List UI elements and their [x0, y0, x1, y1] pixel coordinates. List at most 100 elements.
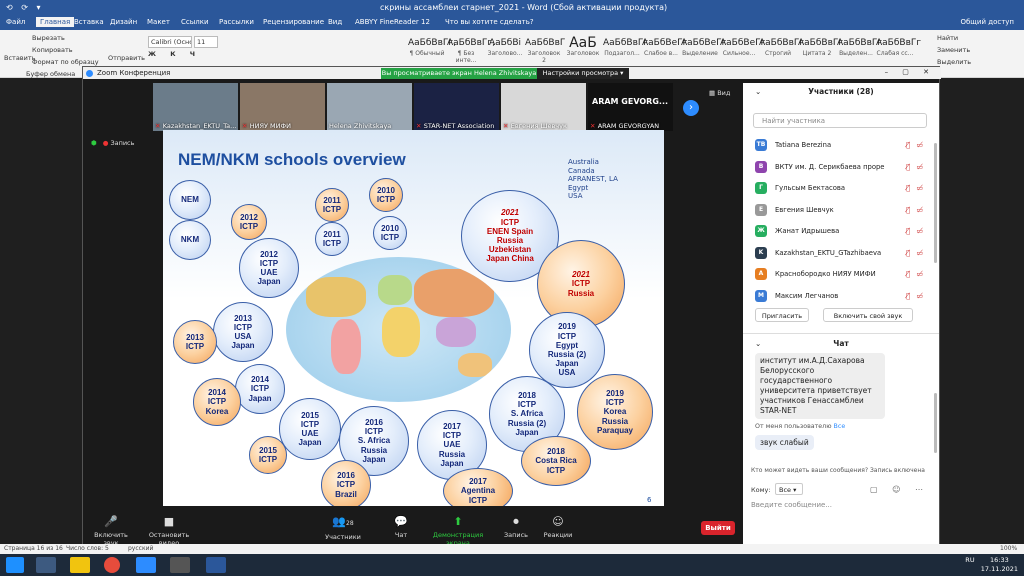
- format-painter-button[interactable]: Формат по образцу: [32, 58, 99, 66]
- participants-button[interactable]: 👥28 Участники: [323, 515, 363, 541]
- app-icon[interactable]: [170, 557, 190, 573]
- quick-access-icons[interactable]: ⟲ ⟳ ▾: [6, 3, 44, 12]
- share-button[interactable]: Общий доступ: [960, 18, 1014, 26]
- style-preset[interactable]: АаБбВвГг, ¶ Без инте...: [447, 36, 495, 66]
- participant-row[interactable]: Ж Жанат Идрышева 🎙̸ ▭̸: [743, 221, 929, 241]
- font-size-select[interactable]: 11: [194, 36, 218, 48]
- chrome-icon[interactable]: [104, 557, 120, 573]
- map-land: [306, 277, 366, 317]
- folder-icon[interactable]: [70, 557, 90, 573]
- participant-row[interactable]: A Краснобородко НИЯУ МИФИ 🎙̸ ▭̸: [743, 264, 929, 284]
- chat-tools-icons[interactable]: ▢ ☺ ⋯: [870, 485, 929, 494]
- video-thumbnail[interactable]: ✕ НИЯУ МИФИ: [240, 83, 325, 131]
- style-preset[interactable]: АаБбВеГг Сильное...: [720, 36, 765, 66]
- participants-header[interactable]: ⌄ Участники (28): [743, 87, 939, 96]
- style-preset[interactable]: АаБбВеГг Слабое в...: [642, 36, 687, 66]
- leave-button[interactable]: Выйти: [701, 521, 735, 535]
- country-item: AFRANEST, LA: [568, 175, 618, 183]
- zoom-app-icon[interactable]: [136, 557, 156, 573]
- chevron-down-icon[interactable]: ⌄: [755, 339, 761, 348]
- find-button[interactable]: Найти: [937, 34, 958, 42]
- video-thumbnail[interactable]: ✕ Евгения Шевчук: [501, 83, 586, 131]
- tab-insert[interactable]: Вставка: [74, 18, 104, 26]
- participants-scrollbar[interactable]: [934, 143, 937, 263]
- participant-row[interactable]: TB Tatiana Berezina 🎙̸ ▭̸: [743, 135, 929, 155]
- chat-from-target[interactable]: Все: [834, 423, 846, 430]
- tab-file[interactable]: Файл: [6, 18, 25, 26]
- style-preset[interactable]: АаБбВвГг Цитата 2: [798, 36, 843, 66]
- record-button[interactable]: ⏺ Запись: [503, 515, 529, 539]
- chat-header[interactable]: ⌄ Чат: [743, 339, 939, 348]
- bubble-line: Russia: [567, 288, 595, 298]
- thumbnail-name: Helena Zhivitskaya: [329, 122, 391, 130]
- video-thumbnail[interactable]: ✕ Kazakhstan_EKTU_Ta...: [153, 83, 238, 131]
- window-controls-icon[interactable]: – ▢ ✕: [885, 68, 935, 76]
- chat-recipient-select[interactable]: Все ▾: [775, 483, 803, 495]
- font-name-select[interactable]: Calibri (Осно: [148, 36, 192, 48]
- system-tray[interactable]: RU 16:33 17.11.2021: [965, 556, 1018, 574]
- video-thumbnail[interactable]: ARAM GEVORG... ✕ ARAM GEVORGYAN: [588, 83, 673, 131]
- video-thumbnail[interactable]: Helena Zhivitskaya: [327, 83, 412, 131]
- view-button[interactable]: ▦ Вид: [709, 89, 730, 97]
- tab-review[interactable]: Рецензирование: [263, 18, 324, 26]
- tab-design[interactable]: Дизайн: [110, 18, 137, 26]
- chat-button[interactable]: 💬 Чат: [389, 515, 413, 539]
- participant-name: Гульсым Бектасова: [775, 184, 846, 192]
- bubble-line: Japan: [362, 454, 386, 464]
- chevron-down-icon[interactable]: ⌄: [755, 87, 761, 96]
- select-button[interactable]: Выделить: [937, 58, 971, 66]
- tab-home[interactable]: Главная: [36, 17, 75, 27]
- tab-abbyy[interactable]: ABBYY FineReader 12: [355, 18, 430, 26]
- style-preset[interactable]: АаБбВвГг Выделен...: [837, 36, 882, 66]
- reactions-button[interactable]: ☺ Реакции: [541, 515, 575, 539]
- format-buttons-icon[interactable]: Ж К Ч: [148, 50, 201, 58]
- participant-row[interactable]: M Максим Легчанов 🎙̸ ▭̸: [743, 286, 929, 306]
- copy-button[interactable]: Копировать: [32, 46, 73, 54]
- chat-scrollbar[interactable]: [934, 393, 937, 453]
- chat-notice[interactable]: Кто может видеть ваши сообщения? Запись …: [751, 467, 937, 474]
- bubble-line: 2019: [606, 389, 624, 399]
- cut-button[interactable]: Вырезать: [32, 34, 65, 42]
- participant-search-input[interactable]: Найти участника: [753, 113, 927, 128]
- participant-row[interactable]: Е Евгения Шевчук 🎙̸ ▭̸: [743, 200, 929, 220]
- participant-row[interactable]: Г Гульсым Бектасова 🎙̸ ▭̸: [743, 178, 929, 198]
- participant-row[interactable]: K Kazakhstan_EKTU_GTazhibaeva 🎙̸ ▭̸: [743, 243, 929, 263]
- school-bubble: 2015 ICTP: [249, 436, 287, 474]
- style-preset[interactable]: АаБбВвГг Строгий: [759, 36, 804, 66]
- video-thumbnail[interactable]: ✕ STAR-NET Association: [414, 83, 499, 131]
- explorer-icon[interactable]: [36, 557, 56, 573]
- tab-references[interactable]: Ссылки: [181, 18, 209, 26]
- unmute-self-button[interactable]: Включить свой звук: [823, 308, 913, 322]
- participant-row[interactable]: B ВКТУ им. Д. Серикбаева проректор п... 🎙̸…: [743, 157, 929, 177]
- unmute-button[interactable]: 🎤 Включить звук: [89, 515, 133, 547]
- view-options-button[interactable]: Настройки просмотра ▾: [537, 68, 629, 79]
- style-preset[interactable]: АаБбВвГг Слабая сс...: [876, 36, 921, 66]
- style-preset[interactable]: АаБбВвГг Подзагол...: [603, 36, 648, 66]
- tab-layout[interactable]: Макет: [147, 18, 170, 26]
- tab-mailings[interactable]: Рассылки: [219, 18, 254, 26]
- share-screen-button[interactable]: ⬆ Демонстрация экрана: [423, 515, 493, 547]
- tab-view[interactable]: Вид: [328, 18, 342, 26]
- replace-button[interactable]: Заменить: [937, 46, 970, 54]
- word-app-icon[interactable]: [206, 557, 226, 573]
- status-zoom[interactable]: 100%: [1000, 545, 1017, 552]
- recording-indicator[interactable]: ⬢ ● Запись: [91, 139, 134, 147]
- stop-video-button[interactable]: ■ Остановить видео: [141, 515, 197, 547]
- chat-message-input[interactable]: Введите сообщение...: [751, 501, 832, 509]
- zoom-window: Zoom Конференция – ▢ ✕ Вы просматриваете…: [82, 66, 941, 547]
- bubble-line: Japan: [515, 427, 539, 437]
- invite-button[interactable]: Пригласить: [755, 308, 809, 322]
- style-sample: АаБбВвГг,: [447, 38, 495, 48]
- style-preset[interactable]: АаБбВі Заголово...: [486, 36, 524, 66]
- next-page-icon[interactable]: ›: [683, 100, 699, 116]
- paste-button[interactable]: Вставить: [4, 54, 35, 62]
- style-preset[interactable]: АаБбВеГг Выделение: [681, 36, 726, 66]
- start-icon[interactable]: [6, 557, 24, 573]
- tray-language[interactable]: RU: [965, 556, 974, 564]
- style-preset[interactable]: АаБбВвГ Заголовок 2: [525, 36, 565, 66]
- thumbnail-name-text: Kazakhstan_EKTU_Ta...: [162, 122, 237, 130]
- style-preset[interactable]: АаБ Заголовок: [564, 36, 602, 66]
- tell-me-search[interactable]: Что вы хотите сделать?: [445, 18, 534, 26]
- send-button[interactable]: Отправить: [108, 54, 145, 62]
- style-preset[interactable]: АаБбВвГг, ¶ Обычный: [408, 36, 456, 66]
